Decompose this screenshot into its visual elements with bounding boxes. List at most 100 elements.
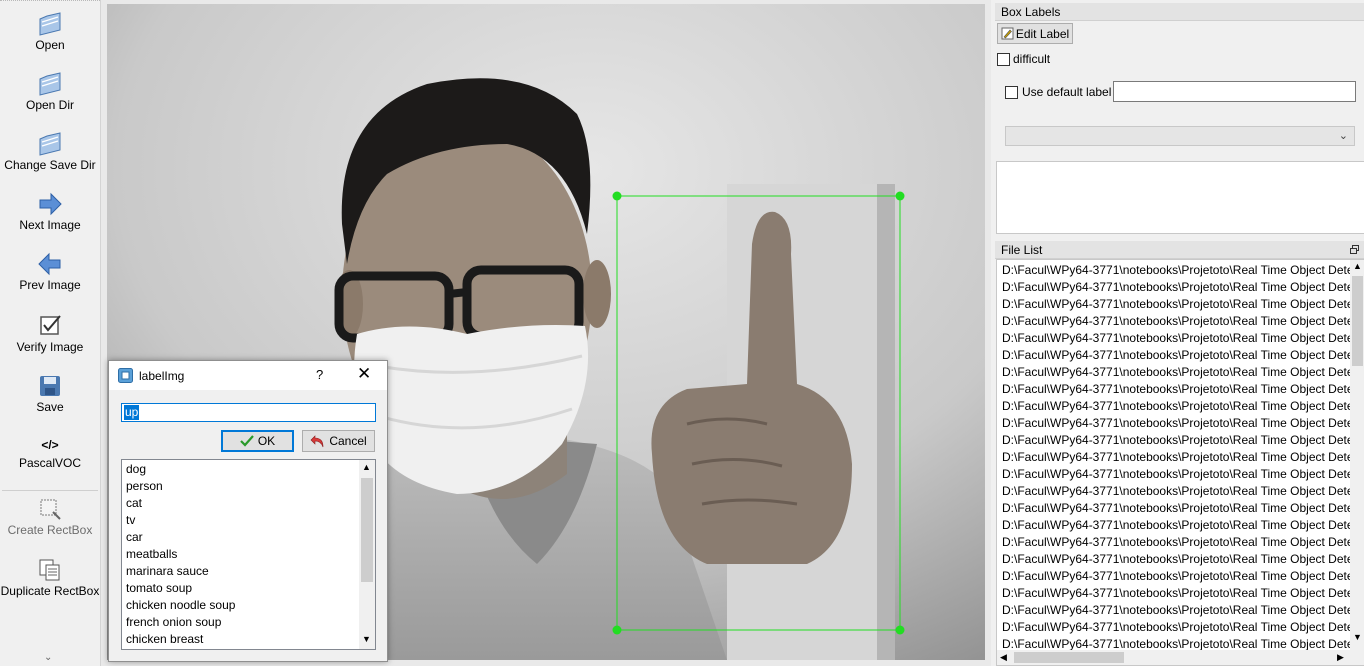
bbox-handle-bottom-left[interactable]	[612, 625, 622, 635]
file-list-item[interactable]: D:\Facul\WPy64-3771\notebooks\Projetoto\…	[1002, 500, 1354, 517]
scrollbar-thumb[interactable]	[1352, 276, 1363, 366]
label-history-item[interactable]: dog	[126, 461, 146, 478]
format-label: PascalVOC	[18, 456, 82, 470]
edit-pencil-icon	[1001, 27, 1014, 40]
box-labels-dock-title: Box Labels	[995, 3, 1364, 21]
checkmark-icon	[240, 435, 254, 447]
folder-open-icon	[39, 72, 61, 96]
label-history-item[interactable]: chicken breast	[126, 631, 203, 648]
scrollbar-thumb[interactable]	[1014, 652, 1124, 663]
file-list-item[interactable]: D:\Facul\WPy64-3771\notebooks\Projetoto\…	[1002, 381, 1354, 398]
file-list[interactable]: D:\Facul\WPy64-3771\notebooks\Projetoto\…	[996, 259, 1364, 666]
difficult-checkbox[interactable]	[997, 53, 1010, 66]
scroll-down-icon[interactable]: ▼	[1353, 632, 1362, 642]
file-list-item[interactable]: D:\Facul\WPy64-3771\notebooks\Projetoto\…	[1002, 619, 1354, 636]
label-history-item[interactable]: tomato soup	[126, 580, 192, 597]
dialog-title: labelImg	[139, 369, 185, 383]
label-name-input[interactable]: up	[121, 403, 376, 422]
file-list-item[interactable]: D:\Facul\WPy64-3771\notebooks\Projetoto\…	[1002, 296, 1354, 313]
file-list-dock-title: File List	[995, 241, 1364, 259]
prev-image-label: Prev Image	[19, 278, 81, 292]
scroll-up-icon[interactable]: ▲	[1353, 261, 1362, 271]
create-rectbox-button[interactable]: Create RectBox	[0, 495, 100, 537]
label-history-item[interactable]: french onion soup	[126, 614, 221, 631]
help-icon[interactable]: ?	[316, 367, 323, 382]
scroll-down-icon[interactable]: ▼	[362, 634, 371, 644]
bounding-box[interactable]	[616, 195, 901, 631]
duplicate-rectbox-button[interactable]: Duplicate RectBox	[0, 556, 100, 598]
use-default-label-text: Use default label	[1022, 85, 1112, 99]
label-history-scrollbar[interactable]: ▲ ▼	[359, 460, 375, 649]
save-button[interactable]: Save	[0, 372, 100, 414]
file-list-item[interactable]: D:\Facul\WPy64-3771\notebooks\Projetoto\…	[1002, 585, 1354, 602]
bbox-handle-top-left[interactable]	[612, 191, 622, 201]
cancel-button[interactable]: Cancel	[302, 430, 375, 452]
label-history-item[interactable]: car	[126, 529, 143, 546]
file-list-horizontal-scrollbar[interactable]: ◀ ▶	[997, 650, 1364, 665]
file-list-item[interactable]: D:\Facul\WPy64-3771\notebooks\Projetoto\…	[1002, 347, 1354, 364]
open-button[interactable]: Open	[0, 10, 100, 52]
label-name-selected-text: up	[124, 405, 140, 420]
file-list-item[interactable]: D:\Facul\WPy64-3771\notebooks\Projetoto\…	[1002, 602, 1354, 619]
label-history-item[interactable]: person	[126, 478, 163, 495]
file-list-item[interactable]: D:\Facul\WPy64-3771\notebooks\Projetoto\…	[1002, 398, 1354, 415]
file-list-item[interactable]: D:\Facul\WPy64-3771\notebooks\Projetoto\…	[1002, 330, 1354, 347]
file-list-item[interactable]: D:\Facul\WPy64-3771\notebooks\Projetoto\…	[1002, 364, 1354, 381]
label-history-item[interactable]: tv	[126, 512, 135, 529]
label-history-item[interactable]: meatballs	[126, 546, 177, 563]
box-label-list[interactable]	[996, 161, 1364, 234]
arrow-right-icon	[39, 192, 62, 216]
verify-image-button[interactable]: Verify Image	[0, 312, 100, 354]
file-list-item[interactable]: D:\Facul\WPy64-3771\notebooks\Projetoto\…	[1002, 534, 1354, 551]
open-dir-label: Open Dir	[25, 98, 75, 112]
change-save-dir-label: Change Save Dir	[4, 158, 96, 172]
toolbar-overflow-chevron-icon[interactable]: ⌄	[44, 652, 52, 663]
chevron-down-icon: ⌄	[1338, 130, 1348, 142]
label-history-list[interactable]: dog person cat tv car meatballs marinara sauce…	[121, 459, 376, 650]
file-list-item[interactable]: D:\Facul\WPy64-3771\notebooks\Projetoto\…	[1002, 568, 1354, 585]
scrollbar-thumb[interactable]	[361, 478, 373, 582]
right-panel: Box Labels Edit Label difficult Use defa…	[995, 0, 1364, 666]
bbox-handle-bottom-right[interactable]	[895, 625, 905, 635]
file-list-item[interactable]: D:\Facul\WPy64-3771\notebooks\Projetoto\…	[1002, 415, 1354, 432]
file-list-vertical-scrollbar[interactable]: ▲ ▼	[1350, 260, 1364, 650]
save-label: Save	[36, 400, 64, 414]
bbox-handle-top-right[interactable]	[895, 191, 905, 201]
ok-button[interactable]: OK	[221, 430, 294, 452]
next-image-label: Next Image	[19, 218, 81, 232]
file-list-item[interactable]: D:\Facul\WPy64-3771\notebooks\Projetoto\…	[1002, 313, 1354, 330]
close-icon[interactable]: ✕	[357, 364, 371, 384]
label-history-item[interactable]: cat	[126, 495, 142, 512]
undo-arrow-icon	[310, 434, 324, 447]
next-image-button[interactable]: Next Image	[0, 190, 100, 232]
use-default-label-checkbox[interactable]	[1005, 86, 1018, 99]
labelimg-app-icon	[118, 368, 133, 383]
scroll-left-icon[interactable]: ◀	[1000, 652, 1007, 663]
scroll-right-icon[interactable]: ▶	[1337, 652, 1344, 663]
file-list-item[interactable]: D:\Facul\WPy64-3771\notebooks\Projetoto\…	[1002, 449, 1354, 466]
edit-label-text: Edit Label	[1015, 26, 1070, 41]
file-list-item[interactable]: D:\Facul\WPy64-3771\notebooks\Projetoto\…	[1002, 517, 1354, 534]
file-list-item[interactable]: D:\Facul\WPy64-3771\notebooks\Projetoto\…	[1002, 432, 1354, 449]
file-list-item[interactable]: D:\Facul\WPy64-3771\notebooks\Projetoto\…	[1002, 551, 1354, 568]
label-history-item[interactable]: chicken noodle soup	[126, 597, 235, 614]
dock-float-icon[interactable]	[1350, 245, 1359, 254]
file-list-item[interactable]: D:\Facul\WPy64-3771\notebooks\Projetoto\…	[1002, 262, 1354, 279]
change-save-dir-button[interactable]: Change Save Dir	[0, 130, 100, 172]
folder-open-icon	[39, 132, 61, 156]
file-list-item[interactable]: D:\Facul\WPy64-3771\notebooks\Projetoto\…	[1002, 483, 1354, 500]
dialog-titlebar[interactable]: labelImg ? ✕	[109, 361, 387, 390]
file-list-item[interactable]: D:\Facul\WPy64-3771\notebooks\Projetoto\…	[1002, 279, 1354, 296]
label-combobox[interactable]: ⌄	[1005, 126, 1355, 146]
label-history-item[interactable]: marinara sauce	[126, 563, 209, 580]
format-pascalvoc-button[interactable]: </> PascalVOC	[0, 434, 100, 470]
floppy-disk-icon	[40, 376, 60, 396]
default-label-input[interactable]	[1113, 81, 1356, 102]
file-list-item[interactable]: D:\Facul\WPy64-3771\notebooks\Projetoto\…	[1002, 466, 1354, 483]
label-dialog: labelImg ? ✕ up OK Cancel dog person cat tv…	[108, 360, 388, 662]
edit-label-button[interactable]: Edit Label	[997, 23, 1073, 44]
scroll-up-icon[interactable]: ▲	[362, 462, 371, 472]
prev-image-button[interactable]: Prev Image	[0, 250, 100, 292]
open-dir-button[interactable]: Open Dir	[0, 70, 100, 112]
ok-label: OK	[257, 434, 276, 448]
